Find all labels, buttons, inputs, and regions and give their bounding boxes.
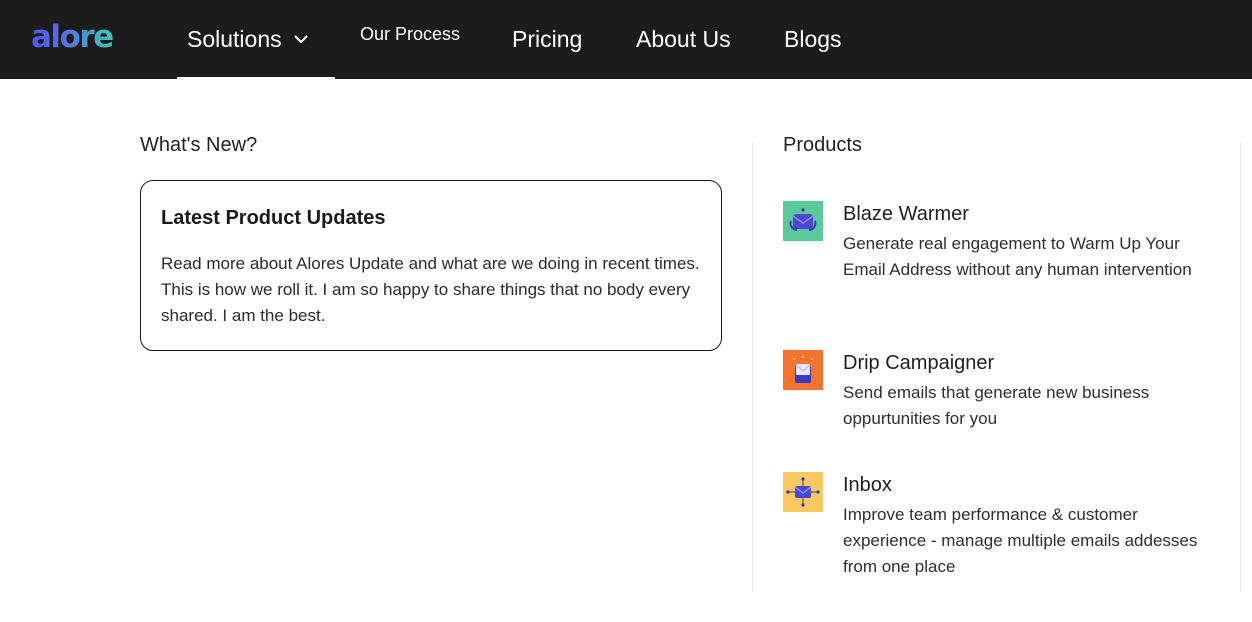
card-title: Latest Product Updates	[161, 207, 386, 229]
inbox-network-icon	[783, 472, 823, 512]
product-name: Drip Campaigner	[843, 352, 995, 374]
nav-item-about-us[interactable]: About Us	[636, 0, 731, 79]
latest-updates-card[interactable]: Latest Product Updates Read more about A…	[140, 180, 722, 351]
column-divider	[752, 142, 753, 592]
nav-item-blogs[interactable]: Blogs	[784, 0, 842, 79]
nav-item-solutions[interactable]: Solutions	[177, 0, 335, 79]
card-body: Read more about Alores Update and what a…	[161, 254, 700, 325]
active-tab-underline	[177, 77, 335, 79]
product-description: Generate real engagement to Warm Up Your…	[843, 234, 1192, 279]
chevron-down-icon	[294, 35, 308, 44]
product-name: Inbox	[843, 474, 892, 496]
product-name: Blaze Warmer	[843, 203, 969, 225]
nav-item-label: Solutions	[187, 26, 282, 52]
nav-item-our-process[interactable]: Our Process	[360, 0, 460, 74]
column-divider	[1240, 142, 1241, 592]
envelope-fire-icon	[783, 201, 823, 241]
nav-item-pricing[interactable]: Pricing	[512, 0, 582, 79]
alore-logo[interactable]: alore	[31, 17, 114, 57]
product-description: Improve team performance & customer expe…	[843, 505, 1198, 576]
product-description: Send emails that generate new business o…	[843, 383, 1150, 428]
top-navigation-bar: alore Solutions Our Process Pricing Abou…	[0, 0, 1252, 79]
products-heading: Products	[783, 134, 862, 156]
drip-envelope-icon	[783, 350, 823, 390]
whats-new-heading: What's New?	[140, 134, 258, 156]
